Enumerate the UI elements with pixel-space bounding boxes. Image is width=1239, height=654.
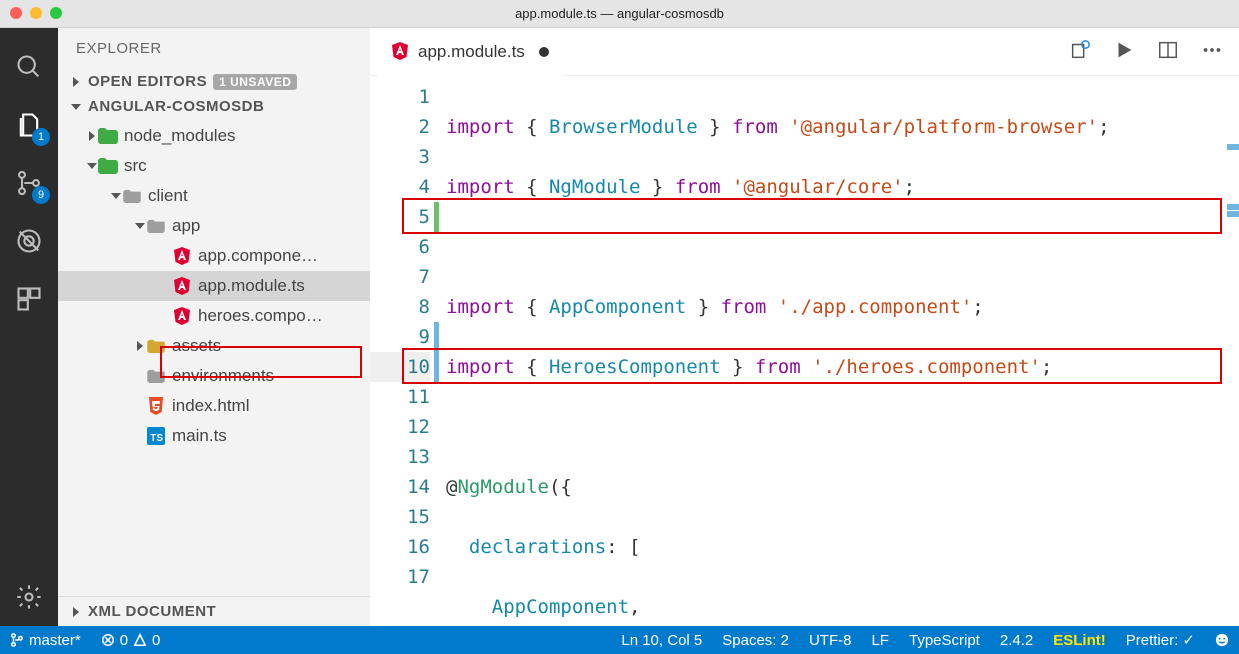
minimize-window-icon[interactable] xyxy=(30,7,42,19)
project-section[interactable]: ANGULAR-COSMOSDB xyxy=(58,94,370,119)
prettier-status[interactable]: Prettier: ✓ xyxy=(1116,626,1205,654)
eol[interactable]: LF xyxy=(861,626,899,654)
branch-label: master* xyxy=(29,632,81,649)
chevron-right-icon xyxy=(70,77,82,87)
cursor-position[interactable]: Ln 10, Col 5 xyxy=(611,626,712,654)
scm-badge: 9 xyxy=(32,186,50,204)
open-editors-section[interactable]: OPEN EDITORS 1 UNSAVED xyxy=(58,69,370,94)
tree-item-heroes-component[interactable]: heroes.compo… xyxy=(58,301,370,331)
warnings-count: 0 xyxy=(152,632,160,649)
folder-icon xyxy=(146,336,166,356)
tree-label: heroes.compo… xyxy=(198,306,323,326)
tree-item-environments[interactable]: environments xyxy=(58,361,370,391)
tree-label: assets xyxy=(172,336,221,356)
split-editor-icon[interactable] xyxy=(1157,39,1179,64)
zoom-window-icon[interactable] xyxy=(50,7,62,19)
tree-item-index-html[interactable]: index.html xyxy=(58,391,370,421)
explorer-icon[interactable]: 1 xyxy=(0,96,58,154)
chevron-down-icon xyxy=(110,191,122,201)
activity-bar: 1 9 xyxy=(0,28,58,626)
tree-label: app.module.ts xyxy=(198,276,305,296)
indentation[interactable]: Spaces: 2 xyxy=(712,626,799,654)
code-content[interactable]: import { BrowserModule } from '@angular/… xyxy=(446,76,1239,626)
window-title: app.module.ts — angular-cosmosdb xyxy=(515,6,724,21)
titlebar: app.module.ts — angular-cosmosdb xyxy=(0,0,1239,28)
unsaved-badge: 1 UNSAVED xyxy=(213,74,297,90)
folder-icon xyxy=(98,126,118,146)
chevron-right-icon xyxy=(86,131,98,141)
chevron-right-icon xyxy=(134,341,146,351)
html-icon xyxy=(146,396,166,416)
angular-icon xyxy=(172,276,192,296)
project-label: ANGULAR-COSMOSDB xyxy=(88,98,264,115)
window-controls xyxy=(10,7,62,19)
open-editors-label: OPEN EDITORS xyxy=(88,73,207,90)
typescript-icon: TS xyxy=(146,426,166,446)
chevron-right-icon xyxy=(70,607,82,617)
run-icon[interactable] xyxy=(1113,39,1135,64)
explorer-badge: 1 xyxy=(32,128,50,146)
ts-version[interactable]: 2.4.2 xyxy=(990,626,1043,654)
tab-app-module[interactable]: app.module.ts xyxy=(378,28,563,76)
settings-icon[interactable] xyxy=(0,568,58,626)
tree-label: index.html xyxy=(172,396,249,416)
extensions-icon[interactable] xyxy=(0,270,58,328)
errors-count: 0 xyxy=(120,632,128,649)
chevron-down-icon xyxy=(70,102,82,112)
editor-actions xyxy=(1069,39,1239,64)
more-icon[interactable] xyxy=(1201,39,1223,64)
change-marker xyxy=(434,322,439,382)
tab-bar: app.module.ts xyxy=(370,28,1239,76)
language-mode[interactable]: TypeScript xyxy=(899,626,990,654)
dirty-indicator-icon xyxy=(539,47,549,57)
xml-document-section[interactable]: XML DOCUMENT xyxy=(58,596,370,626)
explorer-sidebar: EXPLORER OPEN EDITORS 1 UNSAVED ANGULAR-… xyxy=(58,28,370,626)
folder-open-icon xyxy=(98,156,118,176)
tree-item-client[interactable]: client xyxy=(58,181,370,211)
search-icon[interactable] xyxy=(0,38,58,96)
tree-label: node_modules xyxy=(124,126,236,146)
overview-ruler xyxy=(1223,76,1239,626)
encoding[interactable]: UTF-8 xyxy=(799,626,862,654)
close-window-icon[interactable] xyxy=(10,7,22,19)
angular-icon xyxy=(172,306,192,326)
tree-label: main.ts xyxy=(172,426,227,446)
source-control-icon[interactable]: 9 xyxy=(0,154,58,212)
eslint-status[interactable]: ESLint! xyxy=(1043,626,1116,654)
xml-document-label: XML DOCUMENT xyxy=(88,603,216,620)
status-bar: master* 0 0 Ln 10, Col 5 Spaces: 2 UTF-8… xyxy=(0,626,1239,654)
git-branch[interactable]: master* xyxy=(0,626,91,654)
tree-label: app.compone… xyxy=(198,246,318,266)
tree-item-src[interactable]: src xyxy=(58,151,370,181)
angular-icon xyxy=(172,246,192,266)
tree-item-app-component[interactable]: app.compone… xyxy=(58,241,370,271)
problems[interactable]: 0 0 xyxy=(91,626,171,654)
tree-label: environments xyxy=(172,366,274,386)
feedback-icon[interactable] xyxy=(1205,626,1239,654)
folder-open-icon xyxy=(122,186,142,206)
explorer-title: EXPLORER xyxy=(58,28,370,69)
diff-icon[interactable] xyxy=(1069,39,1091,64)
tab-label: app.module.ts xyxy=(418,42,525,62)
tree-item-main-ts[interactable]: TS main.ts xyxy=(58,421,370,451)
chevron-down-icon xyxy=(134,221,146,231)
tree-item-app-module[interactable]: app.module.ts xyxy=(58,271,370,301)
tree-label: app xyxy=(172,216,200,236)
chevron-down-icon xyxy=(86,161,98,171)
folder-icon xyxy=(146,366,166,386)
tree-item-node-modules[interactable]: node_modules xyxy=(58,121,370,151)
code-area[interactable]: 1234 5678 9101112 1314151617 import { Br… xyxy=(370,76,1239,626)
tree-item-app[interactable]: app xyxy=(58,211,370,241)
file-tree: node_modules src client app xyxy=(58,119,370,457)
angular-icon xyxy=(392,42,410,62)
tree-label: client xyxy=(148,186,188,206)
change-marker xyxy=(434,202,439,232)
tree-label: src xyxy=(124,156,147,176)
debug-icon[interactable] xyxy=(0,212,58,270)
tree-item-assets[interactable]: assets xyxy=(58,331,370,361)
editor: app.module.ts 1234 5678 9101112 13141516… xyxy=(370,28,1239,626)
folder-open-icon xyxy=(146,216,166,236)
